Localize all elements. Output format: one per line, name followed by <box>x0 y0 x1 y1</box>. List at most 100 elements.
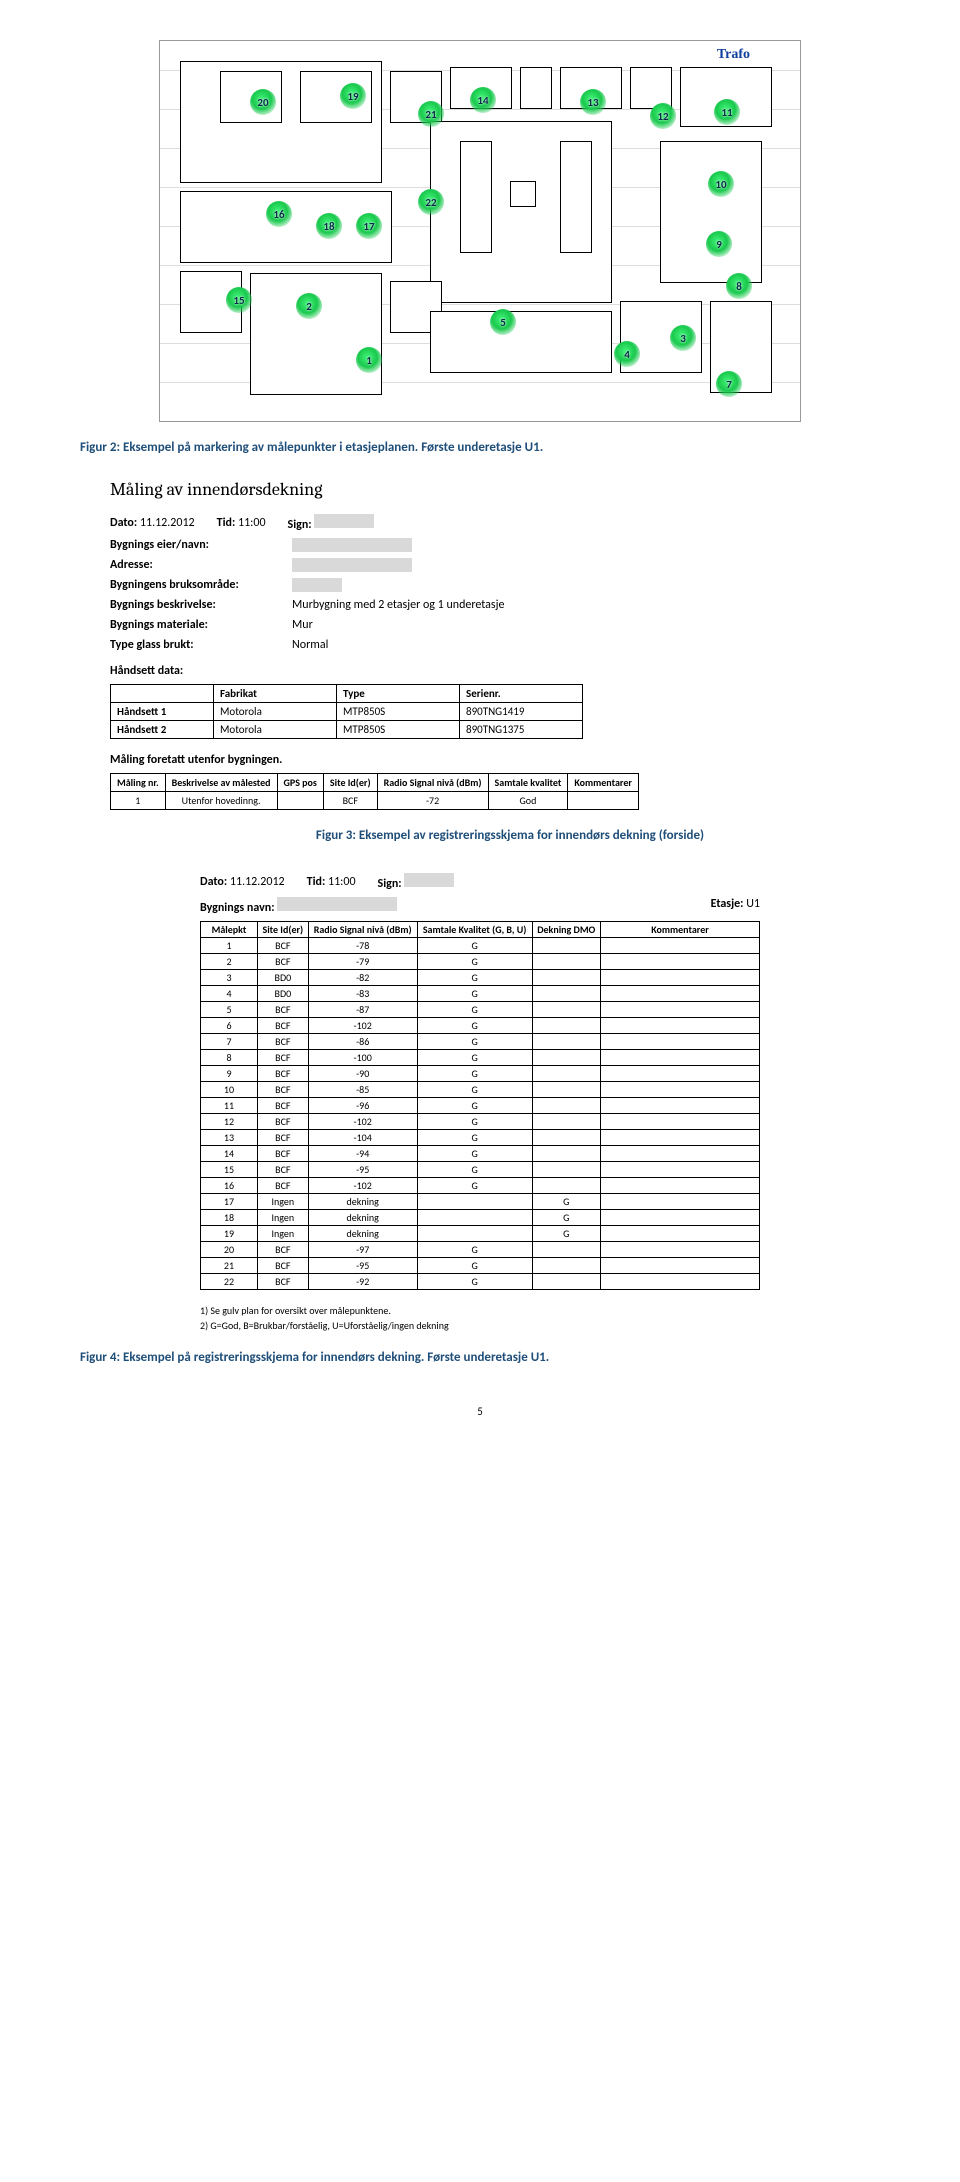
cell: -82 <box>308 970 417 986</box>
measure-point-8: 8 <box>726 273 752 299</box>
cell <box>532 1002 600 1018</box>
cell: BCF <box>258 1242 309 1258</box>
table-row: 1BCF-78G <box>201 938 760 954</box>
cell <box>532 1274 600 1290</box>
figure-4-caption: Figur 4: Eksempel på registreringsskjema… <box>80 1350 880 1365</box>
cell: BCF <box>258 1082 309 1098</box>
cell: -104 <box>308 1130 417 1146</box>
table-row: 2BCF-79G <box>201 954 760 970</box>
col-header: Site Id(er) <box>258 922 309 938</box>
cell: G <box>417 1178 532 1194</box>
indoor-name-label: Bygnings navn: <box>200 901 275 915</box>
cell: G <box>532 1210 600 1226</box>
measure-point-15: 15 <box>226 287 252 313</box>
cell: 1 <box>201 938 258 954</box>
cell: 6 <box>201 1018 258 1034</box>
cell: -96 <box>308 1098 417 1114</box>
cell: -83 <box>308 986 417 1002</box>
cell: G <box>417 1034 532 1050</box>
measure-point-18: 18 <box>316 213 342 239</box>
cell: 22 <box>201 1274 258 1290</box>
cell: BCF <box>323 792 377 810</box>
cell <box>601 970 760 986</box>
cell <box>532 1178 600 1194</box>
cell: BD0 <box>258 970 309 986</box>
table-row: 5BCF-87G <box>201 1002 760 1018</box>
cell: 7 <box>201 1034 258 1050</box>
indoor-sign-label: Sign: <box>378 877 402 891</box>
cell: BCF <box>258 1274 309 1290</box>
cell: Ingen <box>258 1194 309 1210</box>
cell <box>601 1018 760 1034</box>
cell: 19 <box>201 1226 258 1242</box>
cell: -85 <box>308 1082 417 1098</box>
cell: 12 <box>201 1114 258 1130</box>
cell: BCF <box>258 1050 309 1066</box>
glass-label: Type glass brukt: <box>110 638 270 652</box>
table-row: 4BD0-83G <box>201 986 760 1002</box>
floorplan-figure: Trafo 2019211413121110981618172215215437 <box>159 40 801 422</box>
cell <box>532 1258 600 1274</box>
mat-label: Bygnings materiale: <box>110 618 270 632</box>
cell: -86 <box>308 1034 417 1050</box>
cell: BCF <box>258 938 309 954</box>
table-row: 21BCF-95G <box>201 1258 760 1274</box>
cell: God <box>488 792 568 810</box>
sign-redacted <box>314 514 374 528</box>
desc-label: Bygnings beskrivelse: <box>110 598 270 612</box>
indoor-table: MålepktSite Id(er)Radio Signal nivå (dBm… <box>200 921 760 1290</box>
cell: BD0 <box>258 986 309 1002</box>
cell: G <box>417 1242 532 1258</box>
cell: G <box>417 970 532 986</box>
measure-point-1: 1 <box>356 347 382 373</box>
cell: G <box>417 1050 532 1066</box>
cell <box>532 1018 600 1034</box>
cell: 16 <box>201 1178 258 1194</box>
cell: G <box>417 938 532 954</box>
cell <box>532 938 600 954</box>
cell <box>568 792 639 810</box>
cell: 11 <box>201 1098 258 1114</box>
cell: 4 <box>201 986 258 1002</box>
measure-point-13: 13 <box>580 89 606 115</box>
cell: 9 <box>201 1066 258 1082</box>
handset-header: Håndsett data: <box>110 664 880 678</box>
cell <box>277 792 323 810</box>
table-row: 22BCF-92G <box>201 1274 760 1290</box>
cell <box>601 1034 760 1050</box>
cell: 8 <box>201 1050 258 1066</box>
measure-point-4: 4 <box>614 341 640 367</box>
indoor-date-label: Dato: <box>200 875 227 889</box>
date-label: Dato: <box>110 516 137 530</box>
cell: dekning <box>308 1194 417 1210</box>
measurement-form: Måling av innendørsdekning Dato: 11.12.2… <box>110 479 880 810</box>
table-row: 14BCF-94G <box>201 1146 760 1162</box>
page-number: 5 <box>80 1405 880 1418</box>
col-header: Radio Signal nivå (dBm) <box>308 922 417 938</box>
trafo-label: Trafo <box>717 47 750 63</box>
cell: -79 <box>308 954 417 970</box>
use-label: Bygningens bruksområde: <box>110 578 270 592</box>
owner-redacted <box>292 538 412 552</box>
cell <box>601 1226 760 1242</box>
cell <box>601 986 760 1002</box>
cell: MTP850S <box>337 721 460 739</box>
cell: G <box>417 1258 532 1274</box>
table-row: 8BCF-100G <box>201 1050 760 1066</box>
cell <box>601 1050 760 1066</box>
measure-point-9: 9 <box>706 231 732 257</box>
cell: BCF <box>258 1146 309 1162</box>
cell: -95 <box>308 1162 417 1178</box>
measure-point-7: 7 <box>716 371 742 397</box>
cell: Motorola <box>214 721 337 739</box>
cell: -102 <box>308 1114 417 1130</box>
cell <box>601 1114 760 1130</box>
col-header: Dekning DMO <box>532 922 600 938</box>
measure-point-14: 14 <box>470 87 496 113</box>
measure-point-19: 19 <box>340 83 366 109</box>
table-row: 7BCF-86G <box>201 1034 760 1050</box>
measure-point-5: 5 <box>490 309 516 335</box>
etasje-label: Etasje: <box>711 897 744 911</box>
cell <box>532 1066 600 1082</box>
cell <box>532 1082 600 1098</box>
